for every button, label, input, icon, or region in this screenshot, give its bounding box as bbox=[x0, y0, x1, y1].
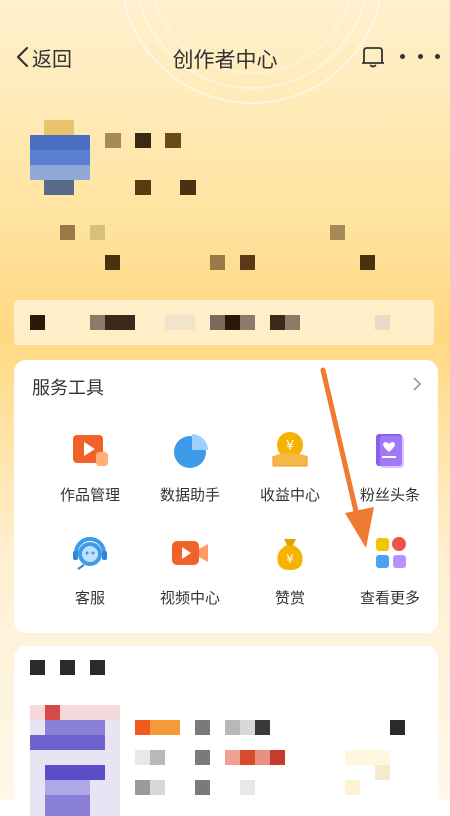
avatar[interactable] bbox=[30, 120, 90, 195]
top-bar: 返回 创作者中心 bbox=[0, 34, 450, 80]
tool-label: 查看更多 bbox=[359, 590, 420, 607]
data-assistant-icon bbox=[174, 434, 208, 468]
tool-video-center[interactable]: 视频中心 bbox=[134, 533, 240, 623]
thumbnail-mosaic[interactable] bbox=[30, 705, 120, 816]
service-tools-card: 服务工具 作品管理 数据助手 ¥ 收益中心 粉丝头条 客服 视频中心 ¥ 赞赏 … bbox=[14, 360, 438, 633]
earnings-center-icon: ¥ bbox=[272, 432, 308, 467]
chevron-right-icon[interactable] bbox=[412, 376, 422, 392]
tool-fans-headline[interactable]: 粉丝头条 bbox=[334, 430, 440, 520]
tool-tipping[interactable]: ¥ 赞赏 bbox=[234, 533, 340, 623]
tool-label: 客服 bbox=[74, 590, 105, 607]
tool-label: 收益中心 bbox=[259, 487, 320, 504]
tool-label: 视频中心 bbox=[159, 590, 220, 607]
customer-service-icon bbox=[73, 537, 107, 570]
content-card bbox=[14, 646, 438, 816]
svg-text:¥: ¥ bbox=[286, 552, 294, 566]
tool-earnings-center[interactable]: ¥ 收益中心 bbox=[234, 430, 340, 520]
tool-view-more[interactable]: 查看更多 bbox=[334, 533, 440, 623]
tool-label: 赞赏 bbox=[274, 590, 305, 607]
section-title: 服务工具 bbox=[32, 378, 104, 398]
tool-label: 作品管理 bbox=[59, 487, 120, 504]
tool-label: 数据助手 bbox=[159, 487, 220, 504]
works-management-icon bbox=[73, 435, 108, 466]
tool-works-management[interactable]: 作品管理 bbox=[34, 430, 140, 520]
tool-label: 粉丝头条 bbox=[359, 487, 420, 504]
svg-text:¥: ¥ bbox=[286, 439, 294, 454]
tipping-icon: ¥ bbox=[277, 539, 303, 570]
video-center-icon bbox=[172, 541, 208, 565]
stats-strip-mosaic bbox=[14, 300, 434, 345]
notification-bell-icon[interactable] bbox=[360, 45, 386, 69]
tool-customer-service[interactable]: 客服 bbox=[34, 533, 140, 623]
more-options-icon[interactable] bbox=[400, 44, 440, 68]
view-more-icon bbox=[376, 537, 406, 568]
tool-data-assistant[interactable]: 数据助手 bbox=[134, 430, 240, 520]
fans-headline-icon bbox=[376, 434, 404, 468]
